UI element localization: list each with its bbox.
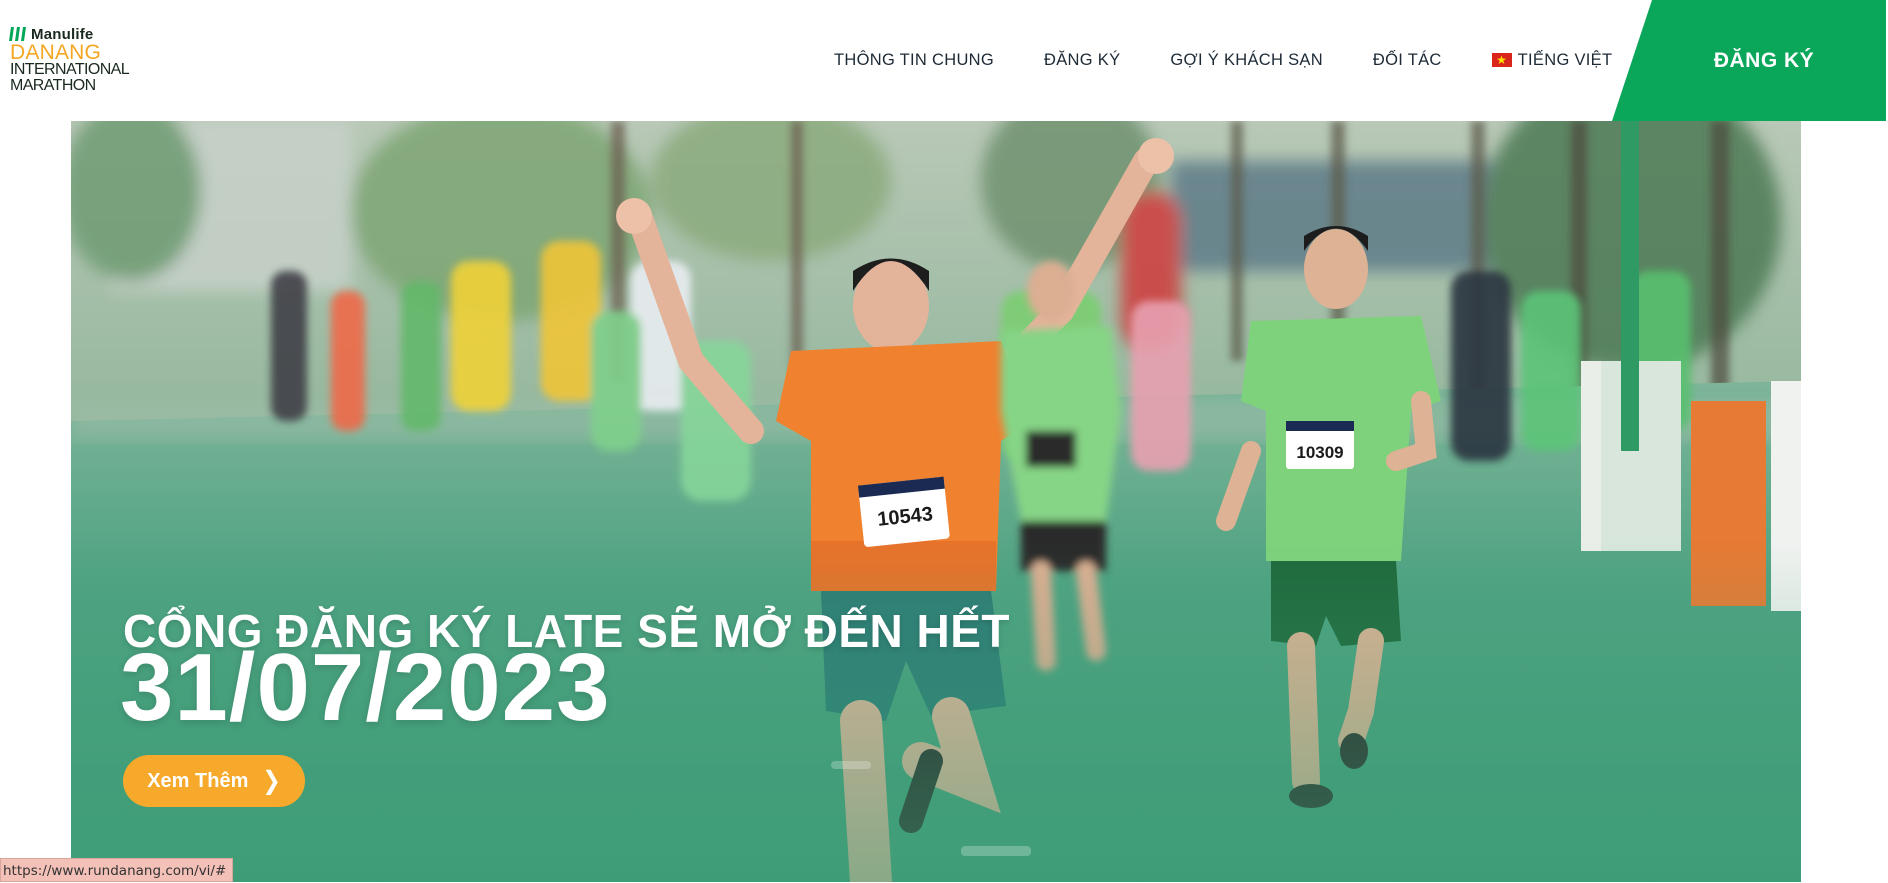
nav-item-hotels[interactable]: GỢI Ý KHÁCH SẠN: [1170, 51, 1323, 70]
language-switcher[interactable]: TIẾNG VIỆT: [1491, 50, 1613, 70]
main-nav: THÔNG TIN CHUNG ĐĂNG KÝ GỢI Ý KHÁCH SẠN …: [834, 49, 1612, 71]
logo-brand-text: Manulife: [31, 25, 94, 43]
logo-line-marathon: MARATHON: [10, 77, 96, 94]
site-logo[interactable]: Manulife DANANG INTERNATIONAL MARATHON: [9, 24, 135, 100]
nav-item-register[interactable]: ĐĂNG KÝ: [1044, 51, 1120, 70]
chevron-right-icon: ❯: [262, 766, 281, 795]
view-more-button[interactable]: Xem Thêm ❯: [123, 755, 305, 807]
nav-item-partners[interactable]: ĐỐI TÁC: [1373, 51, 1442, 70]
hero-date: 31/07/2023: [120, 634, 611, 741]
logo-line-international: INTERNATIONAL: [10, 61, 130, 78]
site-header: Manulife DANANG INTERNATIONAL MARATHON T…: [0, 0, 1888, 121]
hero-banner: 10543 10309 CỔNG ĐĂNG KÝ LATE SẼ MỞ ĐẾN …: [71, 121, 1801, 882]
logo-line-danang: DANANG: [10, 41, 102, 64]
browser-status-url: https://www.rundanang.com/vi/#: [0, 858, 234, 882]
view-more-label: Xem Thêm: [147, 769, 249, 792]
hero-photo: 10543 10309: [71, 121, 1801, 882]
nav-item-general-info[interactable]: THÔNG TIN CHUNG: [834, 51, 994, 70]
manulife-bars-icon: [9, 27, 26, 41]
register-button[interactable]: ĐĂNG KÝ: [1612, 0, 1886, 121]
vietnam-flag-icon: [1491, 51, 1512, 69]
bib-number-right: 10309: [1296, 443, 1343, 462]
language-label: TIẾNG VIỆT: [1517, 50, 1613, 69]
